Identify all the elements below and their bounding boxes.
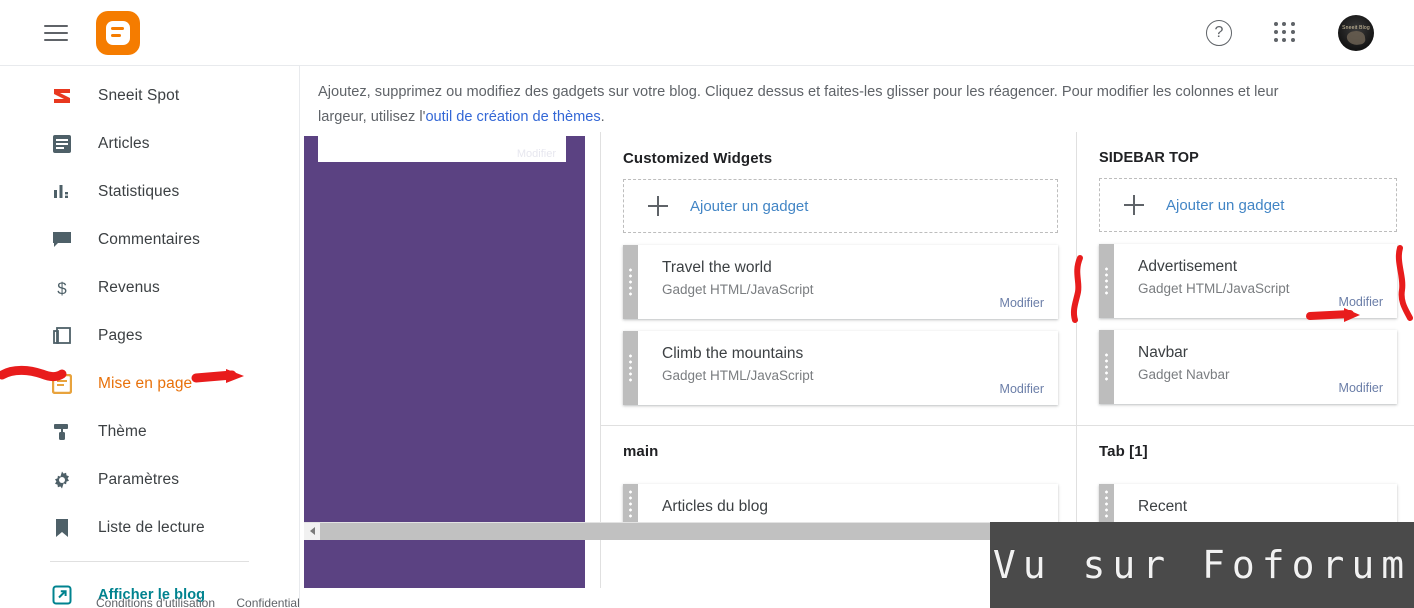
widget-card[interactable]: Articles du blog [623, 484, 1058, 524]
watermark-overlay: Vu sur Foforum [990, 522, 1414, 608]
plus-icon [648, 196, 668, 216]
sidebar-item-liste-de-lecture[interactable]: Liste de lecture [0, 504, 299, 552]
section-title: SIDEBAR TOP [1099, 150, 1199, 166]
section-customized-widgets: Customized Widgets Ajouter un gadget Tra… [601, 132, 1076, 405]
intro-text: Ajoutez, supprimez ou modifiez des gadge… [300, 66, 1375, 140]
sidebar-item-parametres[interactable]: Paramètres [0, 456, 299, 504]
sidebar-item-pages[interactable]: Pages [0, 312, 299, 360]
sidebar-item-mise-en-page[interactable]: Mise en page [0, 360, 299, 408]
bookmark-icon [50, 516, 74, 540]
widget-card[interactable]: Navbar Gadget Navbar Modifier [1099, 330, 1397, 404]
sidebar-item-label: Articles [98, 135, 150, 152]
watermark-text: Vu sur Foforum [992, 543, 1412, 587]
avatar[interactable]: Sneeit Blog [1338, 14, 1374, 51]
sidebar-item-revenus[interactable]: $ Revenus [0, 264, 299, 312]
add-gadget-button[interactable]: Ajouter un gadget [623, 179, 1058, 233]
widget-subtitle: Gadget HTML/JavaScript [662, 368, 814, 383]
sidebar-item-label: Liste de lecture [98, 519, 205, 536]
sidebar-item-commentaires[interactable]: Commentaires [0, 216, 299, 264]
sidebar-item-label: Mise en page [98, 375, 193, 392]
blog-preview-panel[interactable] [304, 136, 585, 588]
sidebar-item-sneeit-spot[interactable]: Sneeit Spot [0, 72, 299, 120]
sidebar-item-label: Thème [98, 423, 147, 440]
blogger-layout-page: ? Sneeit Blog Sneeit Spot Articles Stati… [0, 0, 1414, 608]
scroll-left-arrow-icon[interactable] [304, 522, 320, 540]
widget-edit-link[interactable]: Modifier [1339, 295, 1383, 309]
sidebar-item-label: Paramètres [98, 471, 180, 488]
widget-edit-link[interactable]: Modifier [1339, 381, 1383, 395]
theme-designer-link[interactable]: outil de création de thèmes [425, 109, 600, 125]
apps-grid-icon[interactable] [1274, 21, 1296, 44]
add-gadget-label: Ajouter un gadget [690, 197, 809, 215]
widget-card[interactable]: Advertisement Gadget HTML/JavaScript Mod… [1099, 244, 1397, 318]
sidebar-item-articles[interactable]: Articles [0, 120, 299, 168]
widget-title: Recent [1138, 498, 1188, 515]
section-title: Customized Widgets [623, 150, 773, 167]
plus-icon [1124, 195, 1144, 215]
drag-handle-icon[interactable] [1099, 244, 1114, 318]
sidebar-nav: Sneeit Spot Articles Statistiques Commen… [0, 66, 312, 608]
hamburger-menu-icon[interactable] [44, 18, 74, 48]
paint-roller-icon [50, 420, 74, 444]
drag-handle-icon[interactable] [1099, 330, 1114, 404]
widget-subtitle: Gadget Navbar [1138, 367, 1230, 382]
top-app-bar: ? Sneeit Blog [0, 0, 1414, 66]
sidebar-item-theme[interactable]: Thème [0, 408, 299, 456]
column-left: Customized Widgets Ajouter un gadget Tra… [601, 132, 1076, 588]
column-right: SIDEBAR TOP Ajouter un gadget Advertisem… [1076, 132, 1414, 588]
widget-card[interactable]: Climb the mountains Gadget HTML/JavaScri… [623, 331, 1058, 405]
widget-title: Advertisement [1138, 258, 1238, 275]
section-sidebar-top: SIDEBAR TOP Ajouter un gadget Advertisem… [1077, 132, 1414, 404]
widget-title: Climb the mountains [662, 345, 804, 362]
section-main: main Articles du blog [601, 425, 1076, 524]
layout-icon [50, 372, 74, 396]
drag-handle-icon[interactable] [623, 331, 638, 405]
section-title: main [623, 443, 659, 460]
layout-columns: Customized Widgets Ajouter un gadget Tra… [600, 132, 1414, 588]
preview-header-card: Modifier [318, 136, 566, 162]
preview-modifier-label: Modifier [516, 148, 556, 160]
help-circle-icon[interactable]: ? [1206, 19, 1232, 46]
sidebar-divider [50, 561, 249, 562]
dollar-icon: $ [50, 276, 74, 300]
widget-subtitle: Gadget HTML/JavaScript [662, 282, 814, 297]
sidebar-item-statistiques[interactable]: Statistiques [0, 168, 299, 216]
stats-bars-icon [50, 180, 74, 204]
add-gadget-label: Ajouter un gadget [1166, 196, 1285, 214]
sidebar-footer: Conditions d'utilisation Confidentialité [0, 596, 312, 608]
pages-copy-icon [50, 324, 74, 348]
posts-icon [50, 132, 74, 156]
widget-title: Articles du blog [662, 498, 768, 515]
add-gadget-button[interactable]: Ajouter un gadget [1099, 178, 1397, 232]
sidebar-item-label: Statistiques [98, 183, 180, 200]
section-tab-1: Tab [1] Recent [1077, 425, 1414, 524]
sidebar-item-label: Sneeit Spot [98, 87, 180, 104]
widget-card[interactable]: Recent [1099, 484, 1397, 524]
sidebar-item-label: Commentaires [98, 231, 200, 248]
widget-edit-link[interactable]: Modifier [1000, 382, 1044, 396]
blogger-logo-icon[interactable] [96, 10, 140, 55]
svg-text:$: $ [57, 279, 67, 298]
comment-bubble-icon [50, 228, 74, 252]
terms-link[interactable]: Conditions d'utilisation [96, 596, 215, 608]
top-bar-actions: ? Sneeit Blog [1206, 14, 1374, 51]
widget-card[interactable]: Travel the world Gadget HTML/JavaScript … [623, 245, 1058, 319]
widget-edit-link[interactable]: Modifier [1000, 296, 1044, 310]
sidebar-item-label: Revenus [98, 279, 160, 296]
gear-icon [50, 468, 74, 492]
drag-handle-icon[interactable] [1099, 484, 1114, 524]
drag-handle-icon[interactable] [623, 245, 638, 319]
section-title: Tab [1] [1099, 443, 1148, 460]
widget-title: Travel the world [662, 259, 772, 276]
intro-after-link: . [600, 109, 605, 125]
sidebar-item-label: Pages [98, 327, 143, 344]
drag-handle-icon[interactable] [623, 484, 638, 524]
sneeit-s-icon [50, 84, 74, 108]
widget-title: Navbar [1138, 344, 1188, 361]
help-glyph: ? [1214, 23, 1224, 41]
widget-subtitle: Gadget HTML/JavaScript [1138, 281, 1290, 296]
